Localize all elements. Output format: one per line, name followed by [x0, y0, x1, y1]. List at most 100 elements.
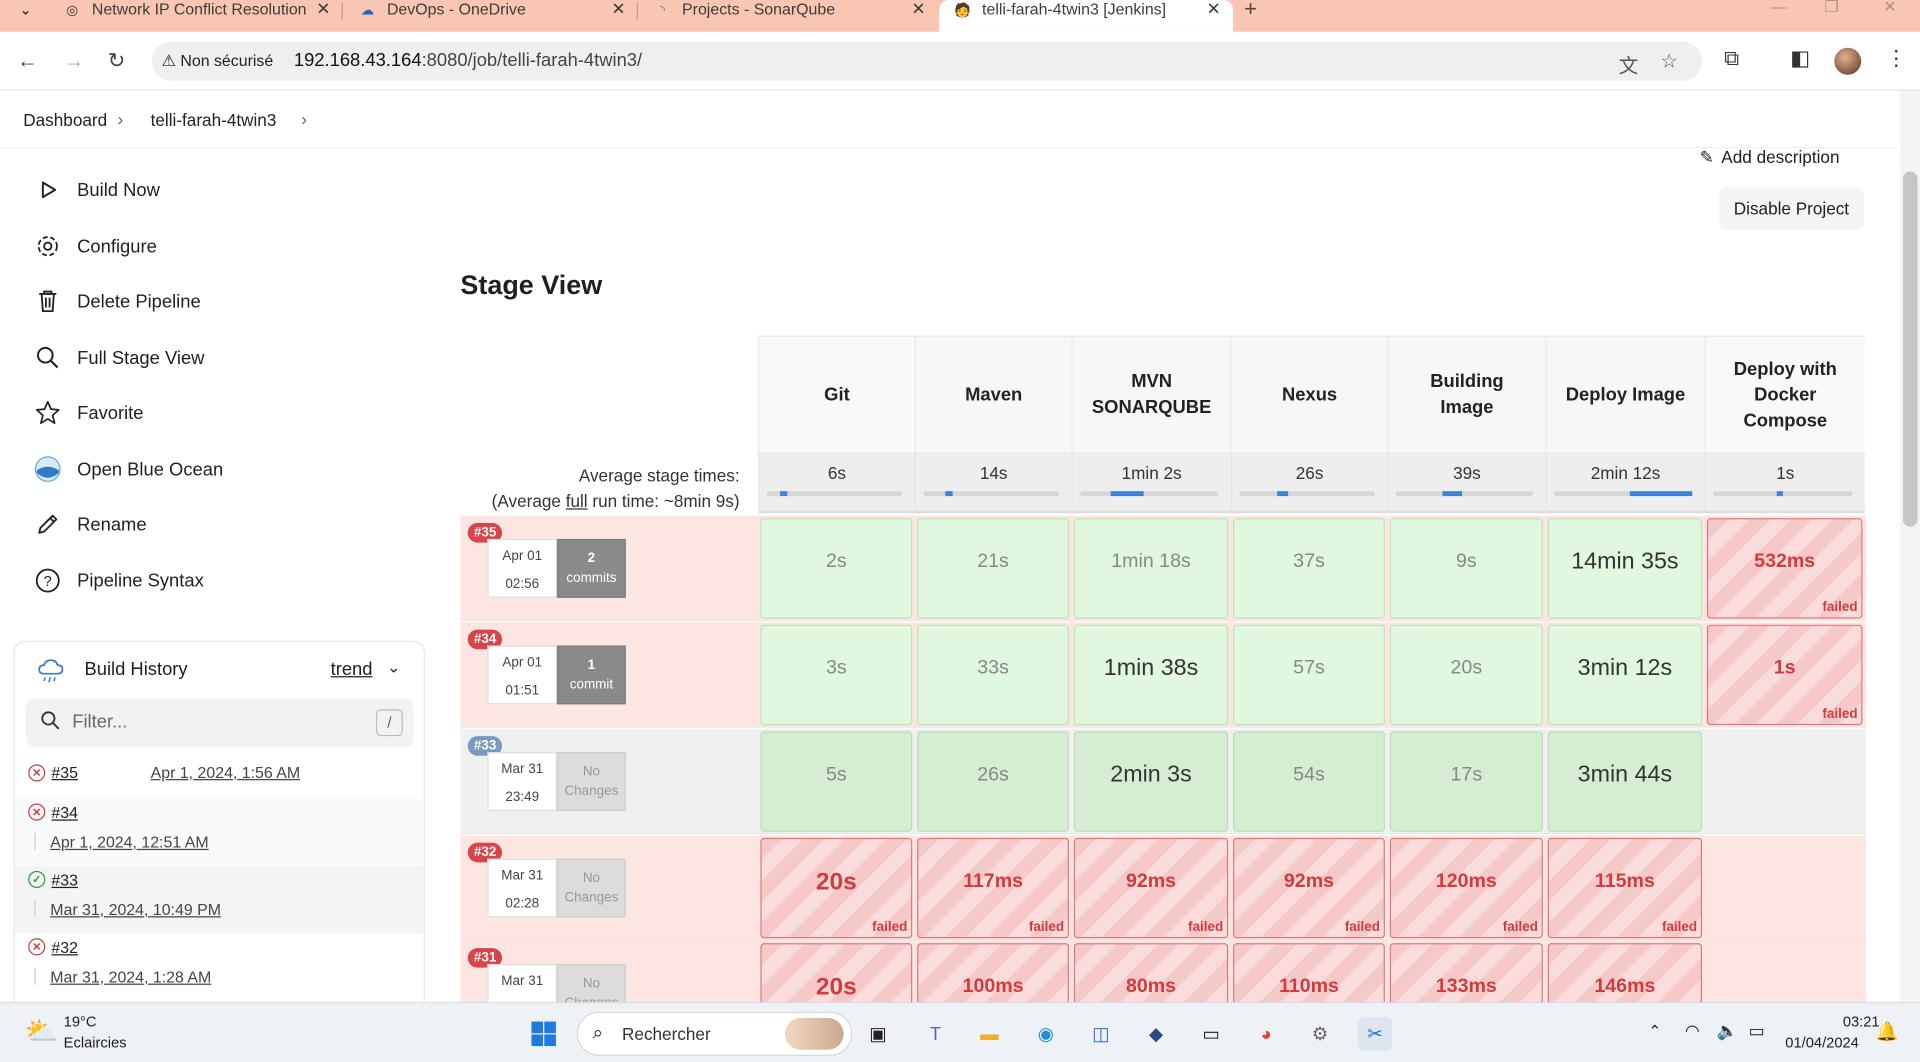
sidebar-item-favorite[interactable]: Favorite: [34, 394, 143, 431]
menu-icon[interactable]: ⋮: [1886, 47, 1907, 71]
build-history-row[interactable]: ✕ #32 Mar 31, 2024, 1:28 AM: [15, 933, 424, 1000]
stage-cell[interactable]: 92ms failed: [1233, 837, 1385, 939]
battery-icon[interactable]: ▭: [1749, 1020, 1765, 1041]
breadcrumb-job[interactable]: telli-farah-4twin3: [151, 110, 277, 130]
chevron-up-icon[interactable]: ⌃: [1648, 1022, 1661, 1042]
minimize-button[interactable]: —: [1771, 0, 1787, 16]
scrollbar-thumb[interactable]: [1902, 171, 1918, 527]
stage-cell[interactable]: 14min 35s: [1547, 518, 1703, 619]
stage-cell[interactable]: 20s: [1389, 624, 1543, 726]
breadcrumb-dashboard[interactable]: Dashboard: [23, 110, 107, 130]
stage-cell[interactable]: 17s: [1389, 731, 1543, 832]
close-icon[interactable]: ✕: [911, 0, 925, 20]
changes-box[interactable]: 1 commit: [557, 645, 626, 705]
stage-cell[interactable]: 26s: [917, 731, 1069, 832]
build-summary[interactable]: #34 Apr 01 01:51 1 commit: [460, 622, 758, 727]
changes-box[interactable]: NoChanges: [557, 858, 626, 918]
stage-cell[interactable]: 21s: [917, 518, 1069, 619]
snipping-tool-icon[interactable]: ✂: [1357, 1016, 1393, 1051]
stage-cell[interactable]: 5s: [760, 731, 913, 832]
changes-box[interactable]: 2 commits: [557, 538, 626, 598]
stage-cell[interactable]: 9s: [1389, 518, 1543, 619]
sidebar-item-pipeline-syntax[interactable]: ? Pipeline Syntax: [34, 562, 204, 599]
build-filter-input[interactable]: Filter... /: [25, 698, 414, 748]
sidebar-item-configure[interactable]: Configure: [34, 228, 157, 265]
stage-cell[interactable]: 54s: [1233, 731, 1385, 832]
build-link[interactable]: #33: [51, 871, 78, 889]
stage-cell[interactable]: 33s: [917, 624, 1069, 726]
build-history-row[interactable]: ✕ #35 Apr 1, 2024, 1:56 AM: [15, 759, 424, 798]
stage-cell[interactable]: 117ms failed: [917, 837, 1069, 939]
stage-cell[interactable]: 37s: [1233, 518, 1385, 619]
close-window-button[interactable]: ✕: [1883, 0, 1896, 17]
profile-avatar[interactable]: [1834, 47, 1862, 75]
weather-desc[interactable]: Eclaircies: [64, 1034, 127, 1051]
stage-cell[interactable]: 1s failed: [1706, 624, 1863, 726]
build-history-row[interactable]: ✓ #33 Mar 31, 2024, 10:49 PM: [14, 866, 424, 934]
store-icon[interactable]: ◫: [1084, 1017, 1118, 1051]
weather-temp[interactable]: 19°C: [64, 1013, 97, 1030]
changes-box[interactable]: NoChanges: [557, 752, 626, 811]
clock-date[interactable]: 01/04/2024: [1785, 1034, 1859, 1051]
tab-onedrive[interactable]: ☁ DevOps - OneDrive ✕: [344, 0, 638, 32]
virtualbox-icon[interactable]: ◆: [1139, 1017, 1173, 1051]
stage-cell[interactable]: 3s: [760, 624, 913, 726]
build-date-link[interactable]: Apr 1, 2024, 1:56 AM: [151, 763, 301, 781]
new-tab-button[interactable]: +: [1244, 0, 1257, 22]
back-icon[interactable]: ←: [17, 49, 38, 73]
extensions-icon[interactable]: ⧉: [1724, 47, 1739, 71]
close-icon[interactable]: ✕: [611, 0, 625, 20]
bookmark-star-icon[interactable]: ☆: [1660, 49, 1678, 73]
build-link[interactable]: #32: [51, 938, 78, 956]
weather-icon[interactable]: ⛅: [24, 1015, 58, 1047]
disable-project-button[interactable]: Disable Project: [1719, 187, 1864, 231]
stage-cell[interactable]: 532ms failed: [1706, 518, 1863, 619]
stage-cell[interactable]: 120ms failed: [1389, 837, 1543, 939]
file-explorer-icon[interactable]: ▬: [972, 1017, 1006, 1051]
add-description-link[interactable]: ✎ Add description: [1700, 147, 1840, 168]
url-text[interactable]: 192.168.43.164:8080/job/telli-farah-4twi…: [294, 50, 642, 71]
sidebar-item-delete-pipeline[interactable]: Delete Pipeline: [34, 283, 201, 320]
sidebar-item-build-now[interactable]: Build Now: [34, 171, 160, 208]
wifi-icon[interactable]: ◠: [1685, 1020, 1700, 1041]
build-summary[interactable]: #32 Mar 31 02:28 No Changes: [460, 835, 758, 940]
stage-cell[interactable]: 2s: [760, 518, 913, 619]
settings-icon[interactable]: ⚙: [1303, 1017, 1337, 1051]
tab-sonarqube[interactable]: ◝ Projects - SonarQube ✕: [639, 0, 938, 32]
stage-cell[interactable]: 1min 18s: [1073, 518, 1229, 619]
side-panel-icon[interactable]: ◧: [1790, 47, 1810, 71]
build-date-link[interactable]: Mar 31, 2024, 1:28 AM: [50, 968, 211, 986]
chevron-down-icon[interactable]: ⌄: [387, 658, 400, 678]
build-link[interactable]: #35: [51, 763, 78, 781]
reload-icon[interactable]: ↻: [108, 49, 125, 73]
build-history-row[interactable]: ✕ #34 Apr 1, 2024, 12:51 AM: [14, 798, 424, 867]
terminal-icon[interactable]: ▭: [1194, 1017, 1228, 1051]
stage-cell[interactable]: 20s failed: [760, 837, 913, 939]
build-summary[interactable]: #33 Mar 31 23:49 No Changes: [460, 729, 758, 834]
chrome-icon[interactable]: ◕: [1249, 1017, 1283, 1051]
sidebar-item-blue-ocean[interactable]: Open Blue Ocean: [34, 451, 223, 488]
tab-jenkins[interactable]: 🧑 telli-farah-4twin3 [Jenkins] ✕: [939, 0, 1234, 32]
volume-icon[interactable]: 🔈: [1717, 1020, 1738, 1041]
build-date-link[interactable]: Mar 31, 2024, 10:49 PM: [50, 900, 221, 918]
stage-cell[interactable]: 57s: [1233, 624, 1385, 726]
security-label[interactable]: Non sécurisé: [180, 51, 273, 69]
close-icon[interactable]: ✕: [1206, 0, 1220, 20]
build-date-link[interactable]: Apr 1, 2024, 12:51 AM: [50, 833, 208, 851]
edge-icon[interactable]: ◉: [1029, 1017, 1063, 1051]
full-run-link[interactable]: full: [566, 491, 588, 511]
translate-icon[interactable]: 文: [1619, 49, 1639, 78]
build-summary[interactable]: #35 Apr 01 02:56 2 commits: [460, 516, 758, 621]
stage-cell[interactable]: 3min 44s: [1547, 731, 1703, 832]
trend-link[interactable]: trend: [331, 659, 373, 680]
teams-icon[interactable]: T: [918, 1017, 952, 1051]
task-view-icon[interactable]: ▣: [861, 1017, 895, 1051]
scrollbar[interactable]: [1900, 90, 1920, 1002]
tab-search-chevron-icon[interactable]: ⌄: [10, 0, 42, 22]
stage-cell[interactable]: 115ms failed: [1547, 837, 1703, 939]
taskbar-search-input[interactable]: ⌕ Rechercher: [576, 1011, 853, 1056]
close-icon[interactable]: ✕: [316, 0, 330, 20]
tab-network-ip[interactable]: ◎ Network IP Conflict Resolution ✕: [49, 0, 343, 32]
stage-cell[interactable]: 1min 38s: [1073, 624, 1229, 726]
build-link[interactable]: #34: [51, 804, 78, 822]
